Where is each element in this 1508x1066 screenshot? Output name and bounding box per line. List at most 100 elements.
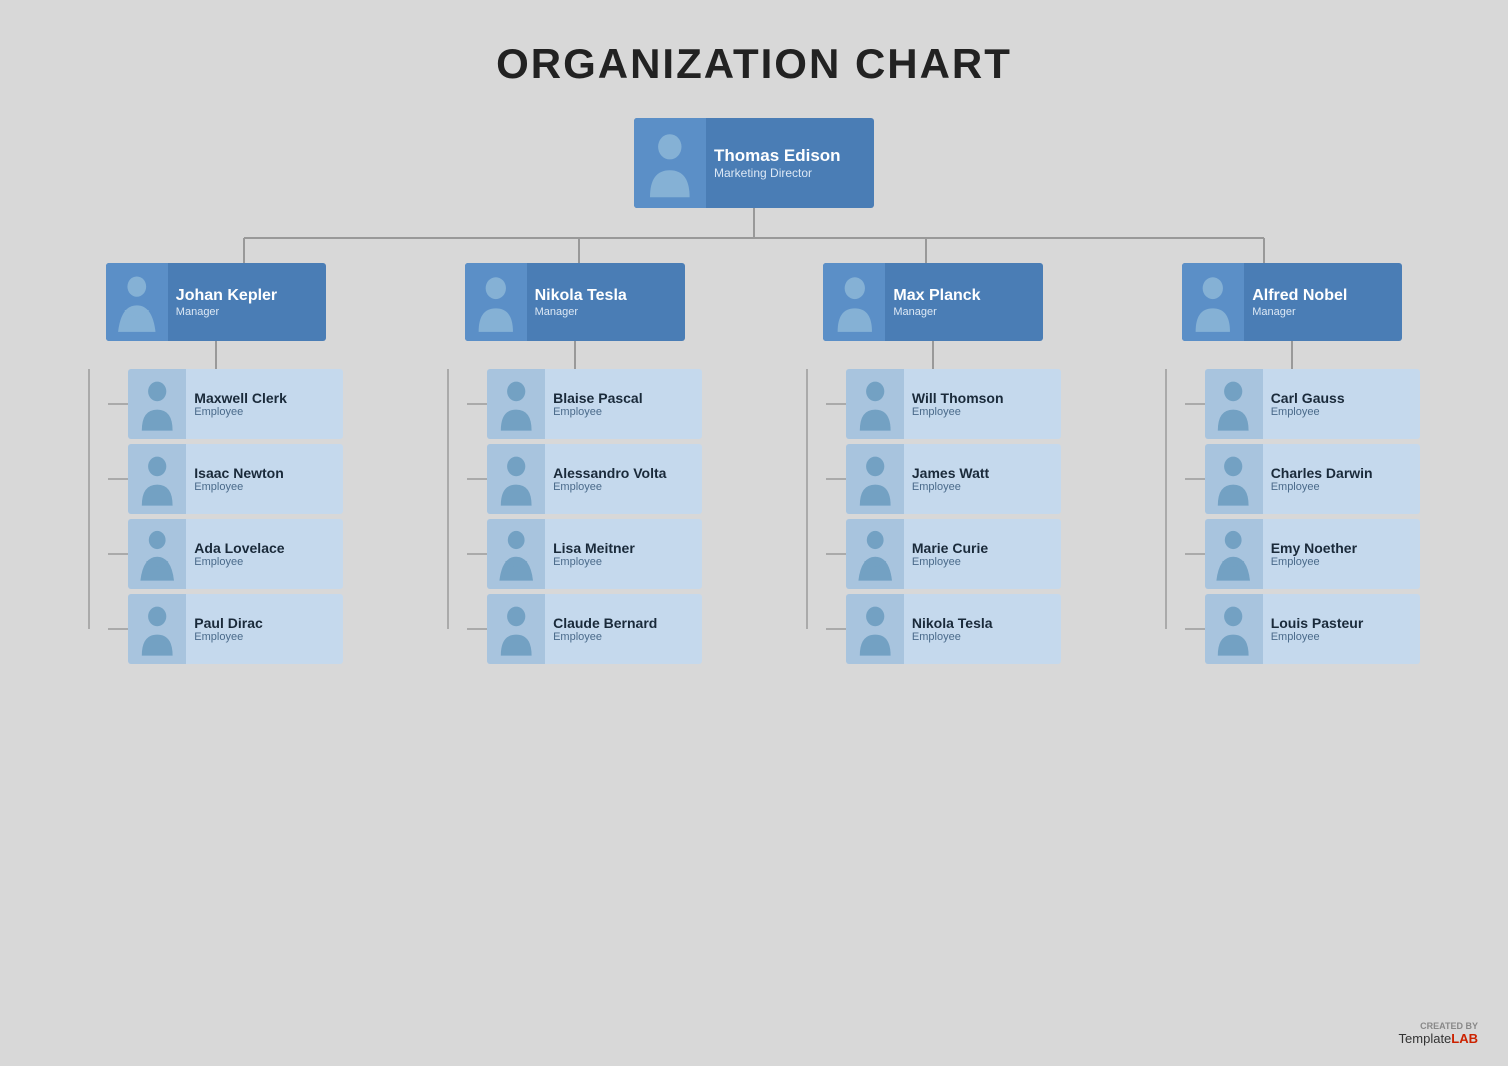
avatar (128, 594, 186, 664)
vert-line (1165, 369, 1167, 629)
employee-row: Ada Lovelace Employee (108, 519, 343, 589)
person-role: Employee (553, 631, 657, 643)
person-role: Manager (176, 306, 277, 318)
person-role: Employee (553, 406, 643, 418)
person-role: Employee (1271, 631, 1364, 643)
avatar (128, 369, 186, 439)
person-name: Johan Kepler (176, 286, 277, 305)
person-role: Employee (912, 481, 989, 493)
manager-card-0[interactable]: Johan Kepler Manager (106, 263, 326, 341)
employee-card[interactable]: Emy Noether Employee (1205, 519, 1420, 589)
employee-row: Claude Bernard Employee (467, 594, 702, 664)
employee-card[interactable]: Claude Bernard Employee (487, 594, 702, 664)
manager-card-3[interactable]: Alfred Nobel Manager (1182, 263, 1402, 341)
employee-card[interactable]: Paul Dirac Employee (128, 594, 343, 664)
col-connector (574, 341, 576, 369)
col-connector (1291, 341, 1293, 369)
avatar (634, 118, 706, 208)
avatar (128, 444, 186, 514)
avatar (1205, 369, 1263, 439)
person-name: Charles Darwin (1271, 465, 1373, 482)
employee-card[interactable]: Lisa Meitner Employee (487, 519, 702, 589)
employee-row: Lisa Meitner Employee (467, 519, 702, 589)
employee-card[interactable]: Maxwell Clerk Employee (128, 369, 343, 439)
employee-row: Marie Curie Employee (826, 519, 1061, 589)
person-name: Nikola Tesla (535, 286, 627, 305)
avatar (465, 263, 527, 341)
employee-group-2: Will Thomson Employee (806, 369, 1061, 669)
top-connectors (64, 208, 1444, 263)
watermark: CREATED BY TemplateLAB (1399, 1021, 1478, 1046)
person-name: Blaise Pascal (553, 390, 643, 407)
employee-card[interactable]: James Watt Employee (846, 444, 1061, 514)
employee-row: Louis Pasteur Employee (1185, 594, 1420, 664)
employee-card[interactable]: Carl Gauss Employee (1205, 369, 1420, 439)
director-card[interactable]: Thomas Edison Marketing Director (634, 118, 874, 208)
avatar (1205, 444, 1263, 514)
avatar (487, 369, 545, 439)
person-name: Alessandro Volta (553, 465, 666, 482)
employee-group-1: Blaise Pascal Employee (447, 369, 702, 669)
person-role: Manager (893, 306, 980, 318)
person-role: Employee (553, 556, 635, 568)
employee-card[interactable]: Alessandro Volta Employee (487, 444, 702, 514)
person-name: Emy Noether (1271, 540, 1357, 557)
employee-card[interactable]: Charles Darwin Employee (1205, 444, 1420, 514)
person-role: Marketing Director (714, 166, 841, 180)
employee-card[interactable]: Nikola Tesla Employee (846, 594, 1061, 664)
avatar (1205, 594, 1263, 664)
person-role: Employee (912, 406, 1004, 418)
person-role: Employee (912, 631, 993, 643)
managers-level: Johan Kepler Manager (64, 263, 1444, 669)
employee-row: Charles Darwin Employee (1185, 444, 1420, 514)
employee-row: Blaise Pascal Employee (467, 369, 702, 439)
column-0: Johan Kepler Manager (64, 263, 368, 669)
person-role: Employee (194, 631, 262, 643)
org-chart: ORGANIZATION CHART Thomas Edison Marketi… (20, 40, 1488, 669)
person-role: Manager (1252, 306, 1347, 318)
manager-card-2[interactable]: Max Planck Manager (823, 263, 1043, 341)
avatar (846, 369, 904, 439)
person-name: Thomas Edison (714, 146, 841, 166)
employee-card[interactable]: Louis Pasteur Employee (1205, 594, 1420, 664)
column-3: Alfred Nobel Manager (1140, 263, 1444, 669)
person-name: Ada Lovelace (194, 540, 284, 557)
employee-card[interactable]: Marie Curie Employee (846, 519, 1061, 589)
person-name: Carl Gauss (1271, 390, 1345, 407)
employee-row: Paul Dirac Employee (108, 594, 343, 664)
avatar (1205, 519, 1263, 589)
person-role: Employee (1271, 556, 1357, 568)
col-connector (215, 341, 217, 369)
employee-card[interactable]: Blaise Pascal Employee (487, 369, 702, 439)
employee-group-0: Maxwell Clerk Employee (88, 369, 343, 669)
employee-row: Carl Gauss Employee (1185, 369, 1420, 439)
person-role: Employee (194, 406, 287, 418)
employee-card[interactable]: Isaac Newton Employee (128, 444, 343, 514)
avatar (487, 594, 545, 664)
person-name: Max Planck (893, 286, 980, 305)
person-name: Nikola Tesla (912, 615, 993, 632)
employee-card[interactable]: Ada Lovelace Employee (128, 519, 343, 589)
person-name: Maxwell Clerk (194, 390, 287, 407)
avatar (106, 263, 168, 341)
employee-row: Alessandro Volta Employee (467, 444, 702, 514)
brand-text: Template (1399, 1031, 1452, 1046)
person-name: Paul Dirac (194, 615, 262, 632)
employee-card[interactable]: Will Thomson Employee (846, 369, 1061, 439)
employee-group-3: Carl Gauss Employee (1165, 369, 1420, 669)
manager-card-1[interactable]: Nikola Tesla Manager (465, 263, 685, 341)
person-role: Employee (553, 481, 666, 493)
avatar (846, 594, 904, 664)
avatar (823, 263, 885, 341)
column-1: Nikola Tesla Manager (423, 263, 727, 669)
vert-line (447, 369, 449, 629)
employee-row: Isaac Newton Employee (108, 444, 343, 514)
person-name: Alfred Nobel (1252, 286, 1347, 305)
avatar (487, 444, 545, 514)
person-role: Employee (912, 556, 988, 568)
avatar (846, 444, 904, 514)
employee-row: Nikola Tesla Employee (826, 594, 1061, 664)
col-connector (932, 341, 934, 369)
vert-line (806, 369, 808, 629)
person-role: Manager (535, 306, 627, 318)
